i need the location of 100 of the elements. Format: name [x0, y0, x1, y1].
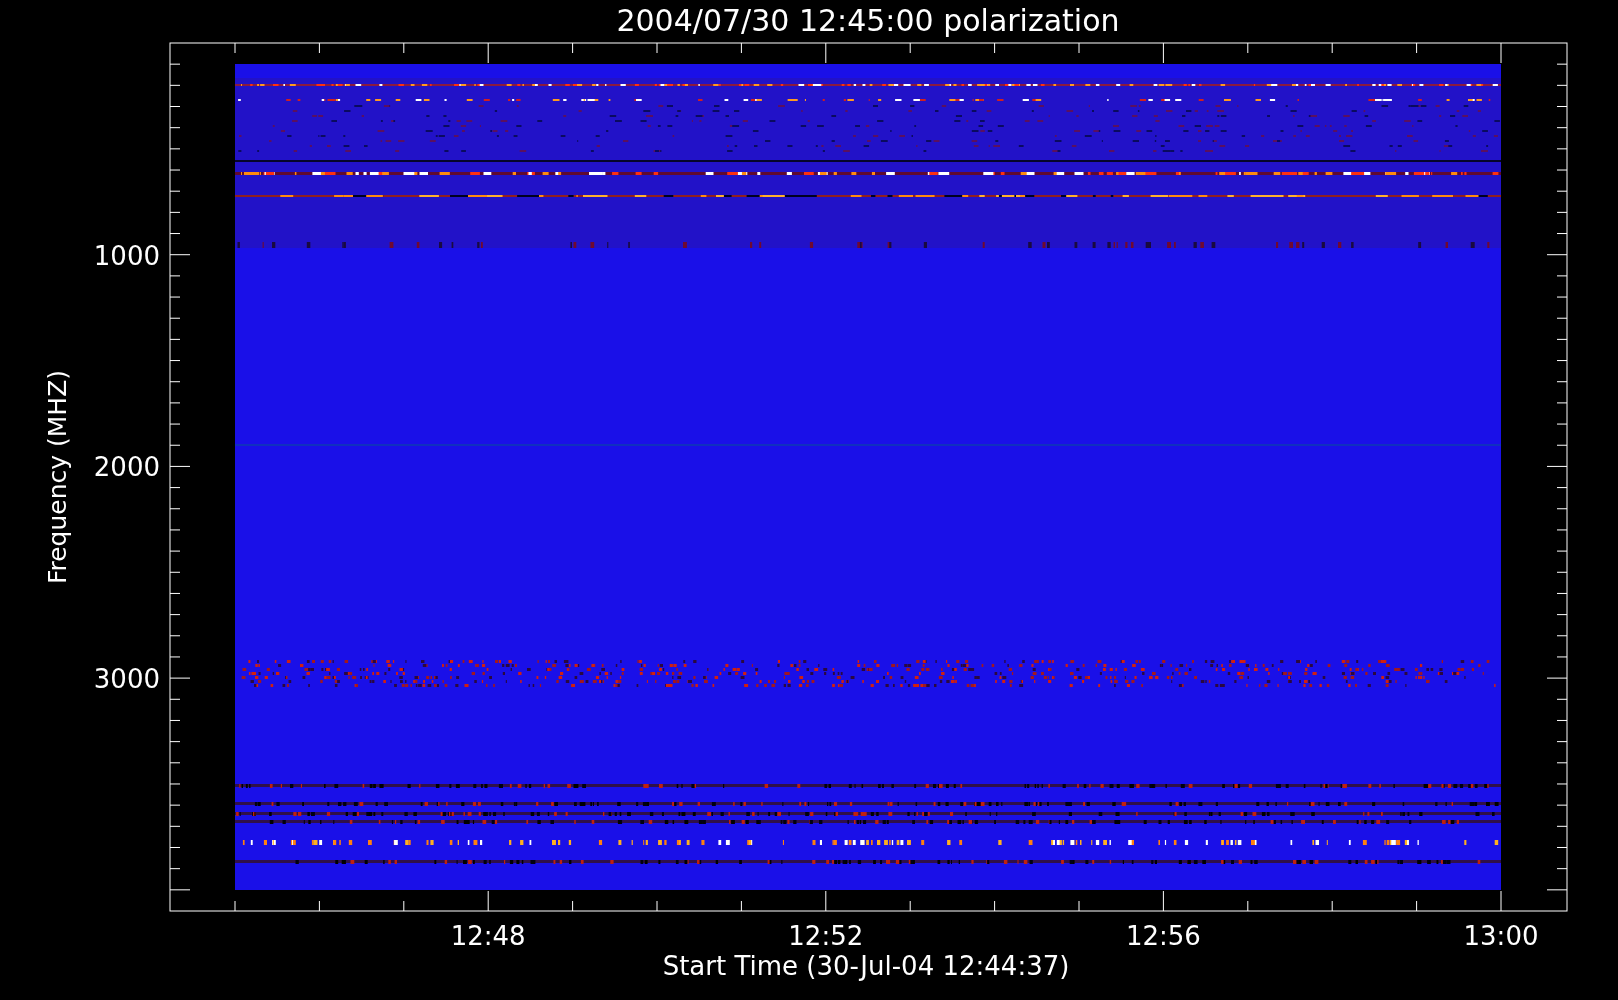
tick-mark: [169, 381, 181, 383]
tick-mark: [1247, 42, 1249, 54]
tick-mark: [1556, 317, 1568, 319]
y-axis-label: Frequency (MHZ): [43, 369, 72, 585]
tick-mark: [169, 741, 181, 743]
tick-mark: [169, 106, 181, 107]
tick-mark: [169, 127, 181, 129]
tick-mark: [1556, 825, 1568, 827]
tick-mark: [169, 889, 191, 891]
tick-mark: [169, 360, 181, 362]
tick-mark: [1556, 698, 1568, 700]
tick-mark: [1556, 529, 1568, 531]
tick-mark: [1556, 592, 1568, 594]
tick-mark: [1556, 868, 1568, 870]
tick-mark: [169, 63, 181, 65]
tick-mark: [1556, 762, 1568, 764]
tick-mark: [169, 762, 181, 764]
tick-mark: [169, 423, 181, 425]
tick-mark: [1556, 360, 1568, 362]
tick-mark: [169, 783, 181, 785]
tick-mark: [1556, 381, 1568, 383]
tick-mark: [1416, 900, 1418, 912]
tick-mark: [1162, 890, 1164, 912]
tick-mark: [1556, 127, 1568, 129]
tick-mark: [572, 900, 574, 912]
tick-mark: [1546, 465, 1568, 467]
tick-mark: [169, 275, 181, 277]
tick-mark: [1556, 804, 1568, 806]
tick-mark: [234, 900, 236, 912]
tick-mark: [1556, 338, 1568, 340]
tick-mark: [169, 847, 181, 848]
tick-mark: [169, 84, 181, 86]
tick-mark: [1556, 847, 1568, 848]
tick-mark: [169, 338, 181, 340]
tick-mark: [1556, 423, 1568, 425]
tick-mark: [740, 900, 742, 912]
tick-mark: [1556, 402, 1568, 404]
tick-mark: [1546, 677, 1568, 679]
tick-mark: [169, 465, 191, 467]
tick-mark: [1556, 296, 1568, 298]
tick-mark: [169, 592, 181, 594]
tick-mark: [1556, 487, 1568, 489]
tick-mark: [169, 529, 181, 531]
tick-mark: [169, 804, 181, 806]
tick-mark: [1247, 900, 1249, 912]
tick-mark: [169, 677, 191, 679]
tick-mark: [169, 868, 181, 870]
tick-mark: [169, 444, 181, 446]
tick-mark: [1556, 106, 1568, 107]
tick-mark: [1416, 42, 1418, 54]
tick-mark: [169, 719, 181, 721]
tick-mark: [572, 42, 574, 54]
tick-mark: [169, 825, 181, 827]
chart-title: 2004/07/30 12:45:00 polarization: [616, 3, 1120, 38]
tick-mark: [234, 42, 236, 54]
tick-mark: [994, 900, 996, 912]
tick-mark: [169, 550, 181, 552]
tick-mark: [1331, 900, 1333, 912]
tick-mark: [909, 42, 911, 54]
tick-mark: [1556, 719, 1568, 721]
tick-mark: [1556, 508, 1568, 510]
tick-mark: [1556, 84, 1568, 86]
tick-mark: [403, 42, 405, 54]
tick-mark: [1556, 190, 1568, 192]
tick-mark: [169, 233, 181, 235]
tick-mark: [169, 254, 191, 256]
tick-mark: [656, 900, 658, 912]
x-tick-label: 12:48: [450, 921, 526, 951]
tick-mark: [1556, 614, 1568, 616]
tick-mark: [825, 890, 827, 912]
tick-mark: [1556, 635, 1568, 637]
tick-mark: [169, 487, 181, 489]
tick-mark: [1556, 275, 1568, 277]
tick-mark: [1500, 42, 1502, 64]
tick-mark: [169, 656, 181, 658]
tick-mark: [909, 900, 911, 912]
tick-mark: [169, 211, 181, 213]
tick-mark: [1556, 169, 1568, 171]
tick-mark: [994, 42, 996, 54]
tick-mark: [169, 148, 181, 150]
tick-mark: [1556, 571, 1568, 573]
y-tick-label: 1000: [93, 240, 160, 271]
tick-mark: [403, 900, 405, 912]
tick-mark: [1556, 233, 1568, 235]
y-tick-label: 2000: [93, 452, 160, 483]
tick-mark: [1556, 444, 1568, 446]
tick-mark: [169, 571, 181, 573]
tick-mark: [1556, 148, 1568, 150]
tick-mark: [169, 635, 181, 637]
tick-mark: [487, 890, 489, 912]
tick-mark: [656, 42, 658, 54]
x-axis-label: Start Time (30-Jul-04 12:44:37): [662, 951, 1070, 981]
tick-mark: [740, 42, 742, 54]
tick-mark: [1162, 42, 1164, 64]
tick-mark: [318, 42, 320, 54]
tick-mark: [169, 508, 181, 510]
tick-mark: [1331, 42, 1333, 54]
x-tick-label: 13:00: [1463, 921, 1539, 951]
tick-mark: [1556, 211, 1568, 213]
tick-mark: [1556, 783, 1568, 785]
